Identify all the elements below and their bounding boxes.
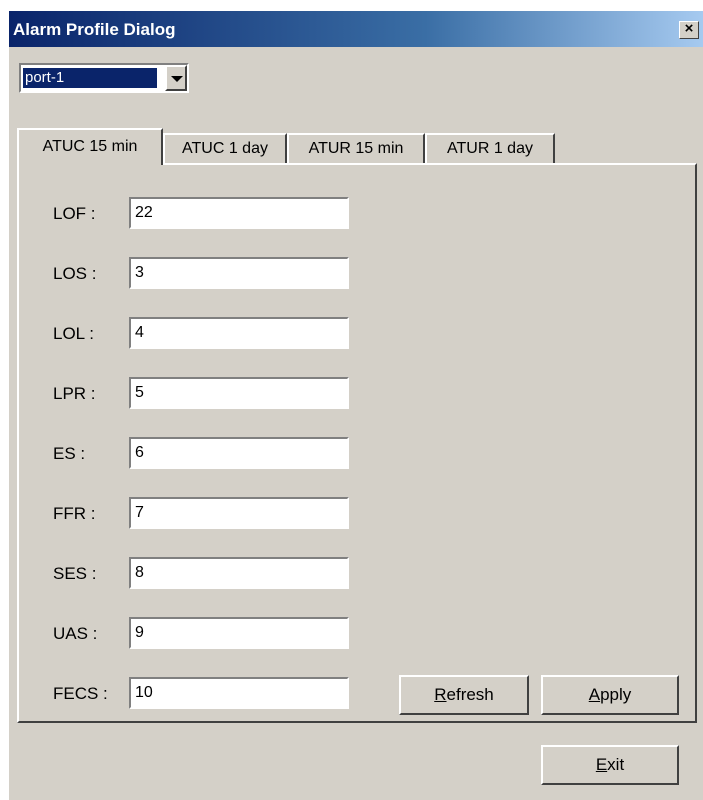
chevron-down-icon[interactable] [165, 65, 187, 91]
refresh-label: efresh [446, 685, 494, 704]
es-input[interactable]: 6 [129, 437, 349, 469]
refresh-button[interactable]: Refresh [399, 675, 529, 715]
tab-atuc-15-min[interactable]: ATUC 15 min [17, 128, 163, 165]
close-button[interactable]: × [679, 21, 699, 39]
port-select-value: port-1 [22, 67, 158, 89]
apply-mnemonic: A [588, 685, 601, 704]
tab-atur-1-day[interactable]: ATUR 1 day [425, 133, 555, 165]
port-select[interactable]: port-1 [19, 63, 189, 93]
lol-input[interactable]: 4 [129, 317, 349, 349]
close-icon: × [684, 20, 694, 37]
title-bar[interactable]: Alarm Profile Dialog × [9, 11, 703, 47]
apply-button[interactable]: Apply [541, 675, 679, 715]
fecs-label: FECS : [53, 684, 108, 703]
lof-label: LOF : [53, 204, 96, 223]
lpr-label: LPR : [53, 384, 96, 403]
ffr-label: FFR : [53, 504, 96, 523]
lof-input[interactable]: 22 [129, 197, 349, 229]
tab-atuc-1-day[interactable]: ATUC 1 day [163, 133, 287, 165]
exit-label: xit [607, 755, 625, 774]
uas-label: UAS : [53, 624, 98, 643]
los-input[interactable]: 3 [129, 257, 349, 289]
apply-label: pply [600, 685, 632, 704]
refresh-mnemonic: R [434, 685, 447, 704]
lol-label: LOL : [53, 324, 94, 343]
exit-button[interactable]: Exit [541, 745, 679, 785]
alarm-profile-dialog: Alarm Profile Dialog × port-1 ATUC 15 mi… [8, 10, 703, 800]
fecs-input[interactable]: 10 [129, 677, 349, 709]
ses-label: SES : [53, 564, 97, 583]
uas-input[interactable]: 9 [129, 617, 349, 649]
tab-atur-15-min[interactable]: ATUR 15 min [287, 133, 425, 165]
exit-mnemonic: E [595, 755, 608, 774]
es-label: ES : [53, 444, 86, 463]
ses-input[interactable]: 8 [129, 557, 349, 589]
window-title: Alarm Profile Dialog [13, 20, 176, 39]
lpr-input[interactable]: 5 [129, 377, 349, 409]
los-label: LOS : [53, 264, 97, 283]
ffr-input[interactable]: 7 [129, 497, 349, 529]
tab-panel [17, 163, 697, 723]
